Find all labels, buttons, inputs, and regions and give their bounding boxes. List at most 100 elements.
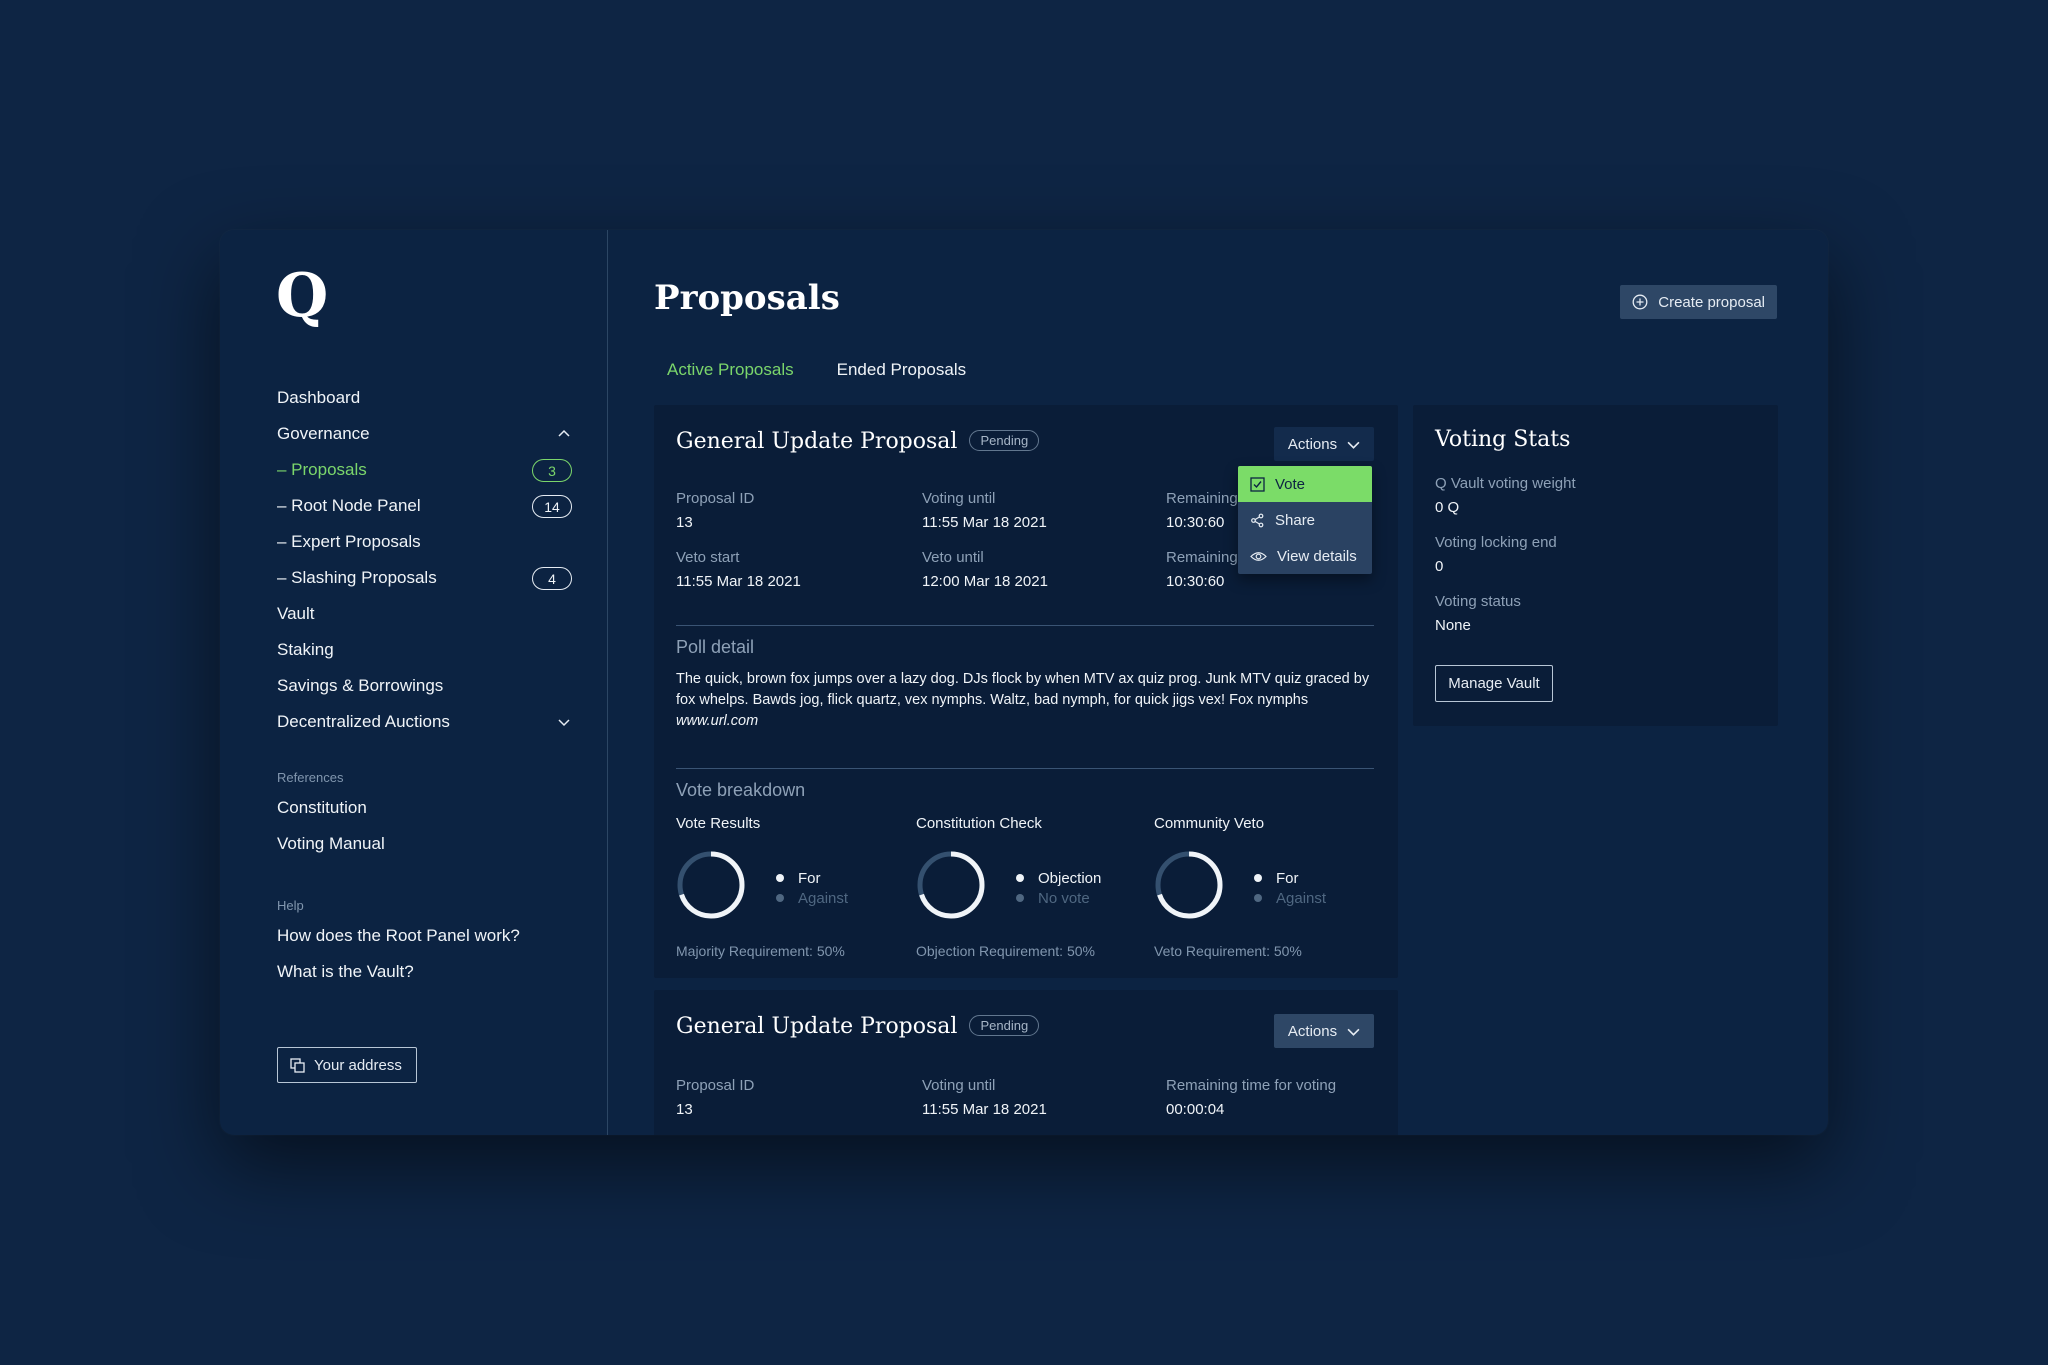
field-value: 13 <box>676 1101 693 1118</box>
legend-label: For <box>1276 869 1299 887</box>
poll-text: The quick, brown fox jumps over a lazy d… <box>676 671 1370 708</box>
count-badge: 14 <box>532 495 572 518</box>
legend-label: Objection <box>1038 869 1102 887</box>
field-value: None <box>1435 617 1471 634</box>
donut-chart <box>677 851 745 919</box>
field-label: Proposal ID <box>676 1077 755 1094</box>
field-label: Voting until <box>922 490 996 507</box>
sidebar-item-label: Decentralized Auctions <box>277 712 450 731</box>
menu-item-vote[interactable]: Vote <box>1238 466 1372 502</box>
field-label: Q Vault voting weight <box>1435 475 1576 492</box>
legend-label: Against <box>798 889 849 907</box>
sidebar-item-voting-manual[interactable]: Voting Manual <box>277 826 572 862</box>
sidebar-item-root-node-panel[interactable]: – Root Node Panel 14 <box>277 488 572 524</box>
create-proposal-button[interactable]: Create proposal <box>1620 285 1777 319</box>
legend-dot <box>1016 874 1024 882</box>
field-label: Veto until <box>922 549 984 566</box>
sidebar-item-governance[interactable]: Governance <box>277 416 572 452</box>
count-badge: 3 <box>532 459 572 482</box>
poll-link[interactable]: www.url.com <box>676 713 758 729</box>
legend-dot <box>1016 894 1024 902</box>
status-badge: Pending <box>969 430 1040 451</box>
proposal-title-text: General Update Proposal <box>676 1014 958 1039</box>
donut-chart <box>917 851 985 919</box>
legend-dot <box>1254 874 1262 882</box>
vote-results-column: Vote Results For Against Majority Requir… <box>676 815 896 959</box>
proposal-id-field: Proposal ID 13 <box>676 1077 754 1118</box>
breakdown-title: Constitution Check <box>916 815 1042 832</box>
sidebar-item-label: – Proposals <box>277 460 367 479</box>
breakdown-title: Community Veto <box>1154 815 1265 832</box>
field-value: 11:55 Mar 18 2021 <box>676 573 801 590</box>
tab-active-proposals[interactable]: Active Proposals <box>667 360 794 380</box>
sidebar-item-label: Savings & Borrowings <box>277 676 444 695</box>
voting-weight-field: Q Vault voting weight 0 Q <box>1435 475 1576 516</box>
manage-vault-button[interactable]: Manage Vault <box>1435 665 1553 702</box>
field-value: 11:55 Mar 18 2021 <box>922 1101 1047 1118</box>
veto-until-field: Veto until 12:00 Mar 18 2021 <box>922 549 1048 590</box>
sidebar-item-label: Constitution <box>277 798 367 817</box>
legend-item: Against <box>1254 888 1326 908</box>
menu-item-share[interactable]: Share <box>1238 502 1372 538</box>
donut-chart <box>1155 851 1223 919</box>
field-label: Remaining <box>1166 549 1238 566</box>
poll-detail-heading: Poll detail <box>676 637 755 657</box>
sidebar-item-vault[interactable]: Vault <box>277 596 572 632</box>
help-link-root-panel[interactable]: How does the Root Panel work? <box>277 918 572 954</box>
menu-item-view-details[interactable]: View details <box>1238 538 1372 574</box>
legend-dot <box>1254 894 1262 902</box>
legend-item: No vote <box>1016 888 1101 908</box>
references-heading: References <box>277 769 344 785</box>
requirement-text: Objection Requirement: 50% <box>916 943 1095 959</box>
field-value: 0 <box>1435 558 1444 575</box>
remaining-veto-field: Remaining 10:30:60 <box>1166 549 1238 590</box>
your-address-label: Your address <box>314 1056 402 1074</box>
sidebar-item-savings-borrowings[interactable]: Savings & Borrowings <box>277 668 572 704</box>
field-value: 00:00:04 <box>1166 1101 1225 1118</box>
legend-item: For <box>1254 868 1326 888</box>
chevron-down-icon[interactable] <box>558 716 570 728</box>
voting-locking-field: Voting locking end 0 <box>1435 534 1557 575</box>
sidebar-item-decentralized-auctions[interactable]: Decentralized Auctions <box>277 704 572 740</box>
proposal-card: General Update Proposal Pending Actions P… <box>654 405 1398 978</box>
legend-label: No vote <box>1038 889 1090 907</box>
chart-legend: Objection No vote <box>1016 868 1101 908</box>
your-address-button[interactable]: Your address <box>277 1047 417 1083</box>
checkbox-icon <box>1250 476 1265 492</box>
page-title: Proposals <box>654 278 840 318</box>
sidebar-item-proposals[interactable]: – Proposals 3 <box>277 452 572 488</box>
chart-legend: For Against <box>1254 868 1326 908</box>
community-veto-column: Community Veto For Against Veto Requirem… <box>1154 815 1374 959</box>
sidebar-item-constitution[interactable]: Constitution <box>277 790 572 826</box>
actions-button[interactable]: Actions <box>1274 427 1374 461</box>
sidebar-item-staking[interactable]: Staking <box>277 632 572 668</box>
tab-ended-proposals[interactable]: Ended Proposals <box>837 360 966 380</box>
legend-item: Against <box>776 888 848 908</box>
help-heading: Help <box>277 897 304 913</box>
voting-until-field: Voting until 11:55 Mar 18 2021 <box>922 1077 1047 1118</box>
sidebar: Q Dashboard Governance – Proposals 3 – R… <box>220 230 608 1135</box>
proposal-title-text: General Update Proposal <box>676 429 958 454</box>
q-logo[interactable]: Q <box>276 266 328 326</box>
actions-button[interactable]: Actions <box>1274 1014 1374 1048</box>
sidebar-item-label: – Slashing Proposals <box>277 568 437 587</box>
voting-status-field: Voting status None <box>1435 593 1521 634</box>
sidebar-item-label: Dashboard <box>277 388 361 407</box>
help-link-vault[interactable]: What is the Vault? <box>277 954 572 990</box>
share-icon <box>1251 513 1264 527</box>
field-value: 13 <box>676 514 693 531</box>
proposal-card: General Update Proposal Pending Actions P… <box>654 990 1398 1135</box>
field-label: Remaining <box>1166 490 1238 507</box>
sidebar-item-slashing-proposals[interactable]: – Slashing Proposals 4 <box>277 560 572 596</box>
legend-item: For <box>776 868 848 888</box>
help-link-label: What is the Vault? <box>277 962 414 981</box>
field-label: Voting status <box>1435 593 1521 610</box>
proposal-id-field: Proposal ID 13 <box>676 490 754 531</box>
actions-label: Actions <box>1287 435 1338 453</box>
sidebar-item-dashboard[interactable]: Dashboard <box>277 380 572 416</box>
chevron-up-icon[interactable] <box>558 428 570 440</box>
sidebar-item-label: Staking <box>277 640 334 659</box>
sidebar-item-expert-proposals[interactable]: – Expert Proposals <box>263 524 572 560</box>
menu-item-label: Vote <box>1275 475 1306 493</box>
legend-item: Objection <box>1016 868 1101 888</box>
